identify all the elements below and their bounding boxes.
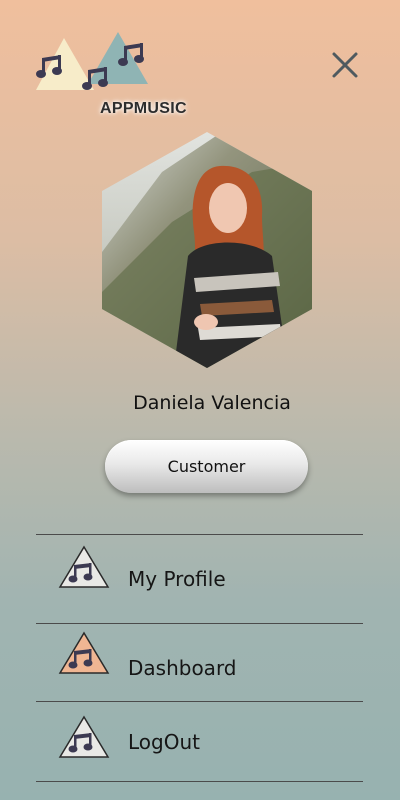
music-triangle-icon [58, 715, 110, 758]
side-menu: My Profile Dashboard LogOut [36, 534, 363, 782]
logo-text: APPMUSIC [100, 100, 187, 117]
menu-item-logout[interactable]: LogOut [36, 702, 363, 781]
menu-label-logout: LogOut [128, 730, 200, 754]
menu-label-my-profile: My Profile [128, 567, 226, 591]
menu-item-dashboard[interactable]: Dashboard [36, 624, 363, 701]
profile-avatar [102, 132, 312, 368]
close-button[interactable] [328, 48, 362, 82]
menu-divider [36, 781, 363, 782]
menu-item-my-profile[interactable]: My Profile [36, 535, 363, 623]
music-triangle-icon [58, 631, 110, 674]
logo-graphic [36, 32, 148, 90]
music-triangle-icon [58, 545, 110, 588]
app-logo: APPMUSIC [36, 28, 196, 124]
close-icon [332, 52, 358, 78]
role-button[interactable]: Customer [105, 440, 308, 493]
menu-label-dashboard: Dashboard [128, 656, 237, 680]
user-name: Daniela Valencia [133, 392, 291, 414]
